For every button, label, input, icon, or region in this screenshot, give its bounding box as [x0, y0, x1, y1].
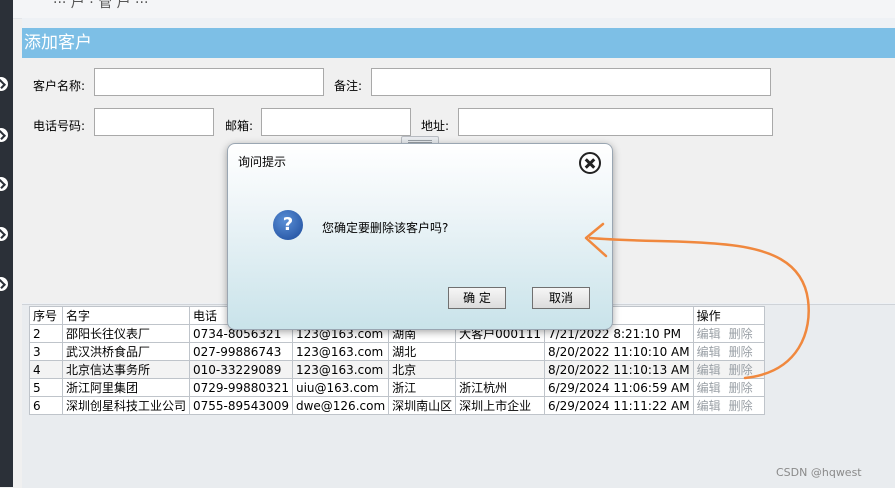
annotation-arrow — [584, 222, 810, 380]
annotation-arrow-line — [588, 236, 810, 380]
watermark: CSDN @hqwest — [776, 466, 862, 479]
